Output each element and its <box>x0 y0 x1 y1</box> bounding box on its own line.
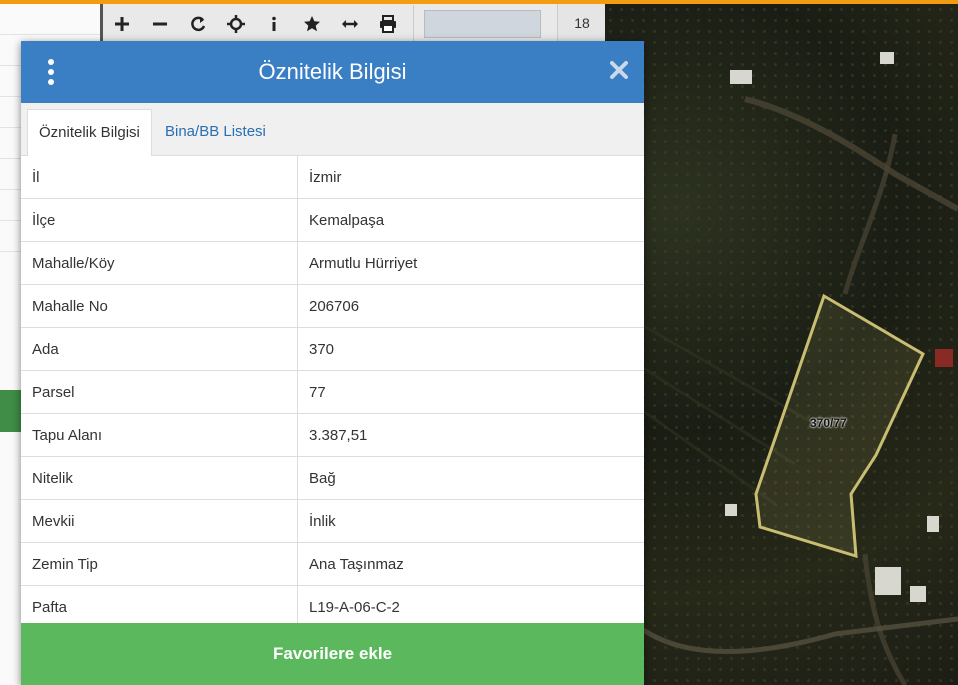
attribute-value: İzmir <box>297 156 644 199</box>
parcel-label: 370/77 <box>810 416 847 430</box>
attribute-value: 370 <box>297 327 644 371</box>
dialog-header: Öznitelik Bilgisi <box>21 41 644 103</box>
table-row: Ada 370 <box>21 327 644 371</box>
table-row: Parsel 77 <box>21 370 644 414</box>
print-icon[interactable] <box>369 5 407 43</box>
tab-building-list[interactable]: Bina/BB Listesi <box>154 109 277 155</box>
attribute-table: İl İzmir İlçe Kemalpaşa Mahalle/Köy Armutlu H… <box>21 156 644 629</box>
info-icon[interactable] <box>255 5 293 43</box>
search-box[interactable] <box>424 10 541 38</box>
close-icon[interactable] <box>608 59 630 81</box>
dialog-title: Öznitelik Bilgisi <box>258 59 407 84</box>
zoom-in-icon[interactable] <box>103 5 141 43</box>
attribute-key: Parsel <box>21 370 298 414</box>
attribute-info-dialog: Öznitelik Bilgisi Öznitelik Bilgisi Bina… <box>21 41 644 685</box>
attribute-key: Mevkii <box>21 499 298 543</box>
star-icon[interactable] <box>293 5 331 43</box>
tab-attribute-info[interactable]: Öznitelik Bilgisi <box>27 109 152 156</box>
attribute-key: Nitelik <box>21 456 298 500</box>
refresh-icon[interactable] <box>179 5 217 43</box>
attribute-key: İl <box>21 156 298 199</box>
attribute-key: Ada <box>21 327 298 371</box>
table-row: Mahalle No 206706 <box>21 284 644 328</box>
zoom-level-display: 18 <box>557 4 606 42</box>
zoom-out-icon[interactable] <box>141 5 179 43</box>
attribute-key: Tapu Alanı <box>21 413 298 457</box>
attribute-value: 77 <box>297 370 644 414</box>
attribute-value: 206706 <box>297 284 644 328</box>
table-row: Mevkii İnlik <box>21 499 644 543</box>
toolbar-divider <box>413 5 414 43</box>
table-row: Zemin Tip Ana Taşınmaz <box>21 542 644 586</box>
attribute-value: Kemalpaşa <box>297 198 644 242</box>
add-to-favorites-button[interactable]: Favorilere ekle <box>21 623 644 685</box>
attribute-value: Armutlu Hürriyet <box>297 241 644 285</box>
attribute-value: Ana Taşınmaz <box>297 542 644 586</box>
attribute-key: Mahalle/Köy <box>21 241 298 285</box>
table-row: Tapu Alanı 3.387,51 <box>21 413 644 457</box>
attribute-key: Mahalle No <box>21 284 298 328</box>
attribute-key: Zemin Tip <box>21 542 298 586</box>
table-row: İlçe Kemalpaşa <box>21 198 644 242</box>
locate-icon[interactable] <box>217 5 255 43</box>
map-toolbar <box>100 4 608 44</box>
dialog-tabs: Öznitelik Bilgisi Bina/BB Listesi <box>21 103 644 156</box>
table-row: İl İzmir <box>21 156 644 199</box>
map-overlay <box>605 96 958 685</box>
attribute-value: İnlik <box>297 499 644 543</box>
attribute-key: İlçe <box>21 198 298 242</box>
attribute-value: 3.387,51 <box>297 413 644 457</box>
attribute-value: Bağ <box>297 456 644 500</box>
table-row: Mahalle/Köy Armutlu Hürriyet <box>21 241 644 285</box>
satellite-map[interactable]: 370/77 <box>605 4 958 685</box>
table-row: Nitelik Bağ <box>21 456 644 500</box>
measure-icon[interactable] <box>331 5 369 43</box>
